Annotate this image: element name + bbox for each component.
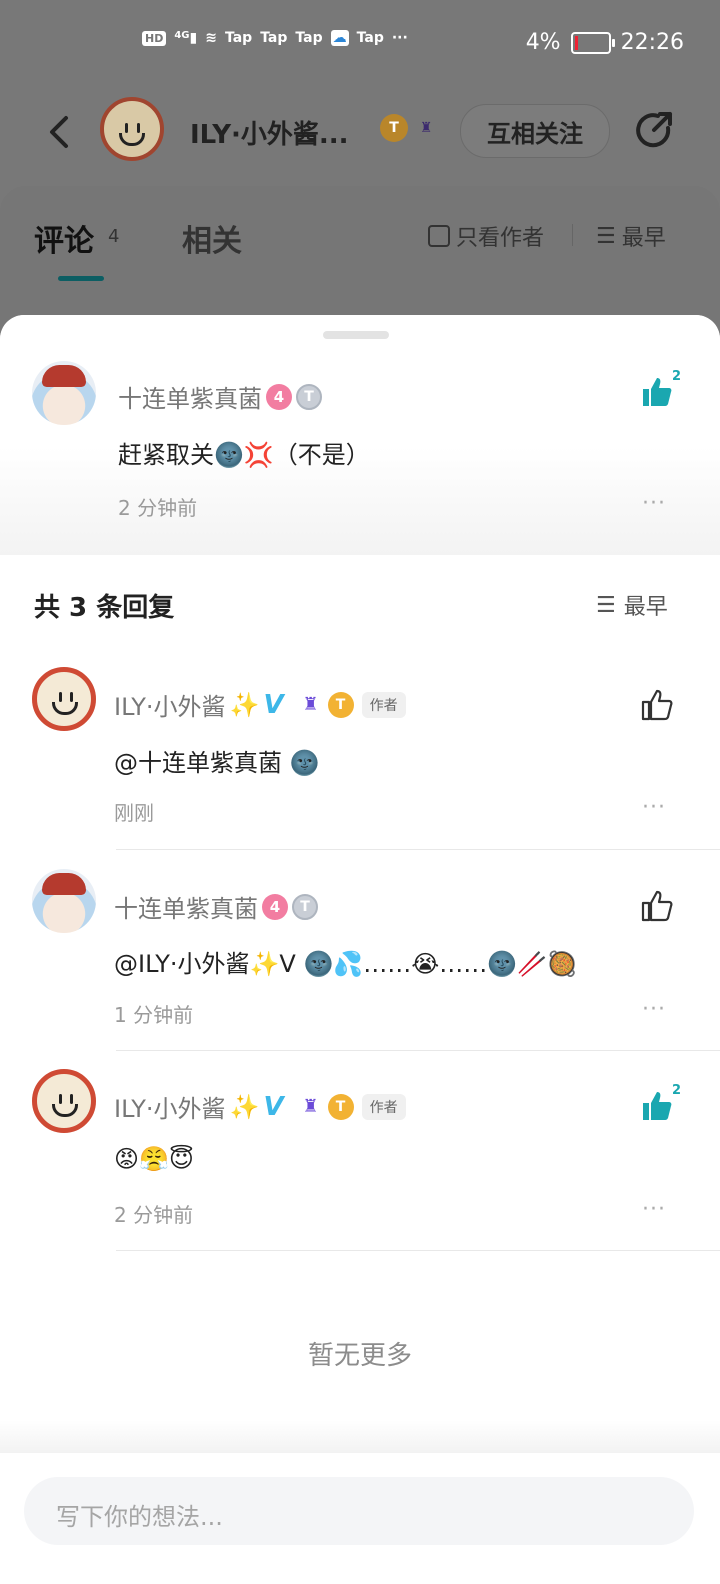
sheet-grabber[interactable]	[323, 331, 389, 339]
signal-icon: 4G▮	[174, 30, 198, 46]
sort-label: 最早	[623, 595, 668, 620]
comment-input[interactable]: 写下你的想法...	[24, 1477, 694, 1545]
avatar[interactable]	[32, 361, 96, 425]
like-count: 2	[672, 1083, 682, 1098]
purple-badge-icon: ♜	[302, 1096, 319, 1117]
username[interactable]: ILY·小外酱	[114, 687, 226, 722]
checkbox-icon[interactable]	[428, 225, 450, 247]
app-notification: Tap	[295, 30, 323, 46]
comment-content: @十连单紫真菌 🌚	[114, 749, 320, 777]
silver-badge-icon: T	[292, 893, 318, 920]
username[interactable]: 十连单紫真菌	[114, 889, 258, 924]
status-bar: HD 4G▮ ≋ Tap Tap Tap ☁ Tap ··· 4% 22:26	[0, 0, 720, 92]
like-icon[interactable]	[640, 688, 674, 722]
input-placeholder: 写下你的想法...	[56, 1503, 223, 1531]
gold-badge-icon: T	[327, 1093, 354, 1120]
more-options-icon[interactable]: ···	[642, 997, 666, 1022]
divider	[572, 224, 573, 246]
tabs-bar: 评论 4 相关 只看作者 ☰ 最早	[0, 186, 720, 320]
active-tab-indicator	[58, 276, 104, 281]
divider	[116, 849, 720, 850]
sparkle-emoji: ✨	[229, 690, 260, 719]
sort-icon: ☰	[596, 592, 616, 618]
comment-time: 2 分钟前	[114, 1203, 194, 1227]
comment-time: 2 分钟前	[118, 496, 198, 520]
divider	[116, 1250, 720, 1251]
purple-badge-icon: ♜	[419, 120, 433, 136]
top-nav: ILY·小外酱... T ♜ 互相关注	[0, 92, 720, 178]
author-avatar[interactable]	[100, 97, 164, 161]
tab-related[interactable]: 相关	[182, 216, 242, 260]
app-notification: Tap	[260, 30, 288, 46]
status-right: 4% 22:26	[526, 30, 684, 55]
comment-time: 1 分钟前	[114, 1003, 194, 1027]
comment-author: ILY·小外酱 ✨ V ♜ T 作者	[114, 687, 406, 722]
level-badge: 4	[266, 383, 292, 410]
comment-time: 刚刚	[114, 801, 154, 825]
clock: 22:26	[620, 30, 684, 55]
more-notifications-icon: ···	[391, 30, 408, 46]
comment-author: 十连单紫真菌 4 T	[118, 379, 322, 414]
author-tag: 作者	[361, 1093, 406, 1120]
sort-button[interactable]: ☰ 最早	[596, 589, 668, 621]
divider	[116, 1050, 720, 1051]
follow-button[interactable]: 互相关注	[460, 104, 610, 158]
purple-badge-icon: ♜	[302, 694, 319, 715]
like-count: 2	[672, 369, 682, 384]
like-icon[interactable]	[640, 889, 674, 923]
author-name[interactable]: ILY·小外酱...	[190, 114, 349, 151]
gold-badge-icon: T	[380, 114, 408, 142]
comment-content: 赶紧取关🌚💢（不是）	[118, 441, 370, 469]
level-badge: 4	[262, 893, 288, 920]
verified-v-icon: V	[263, 689, 284, 720]
app-notification: Tap	[224, 30, 253, 46]
username[interactable]: 十连单紫真菌	[118, 379, 262, 414]
avatar[interactable]	[32, 667, 96, 731]
sparkle-emoji: ✨	[229, 1092, 260, 1121]
like-icon-filled[interactable]	[640, 375, 674, 409]
comment-count: 4	[108, 226, 120, 247]
gold-badge-icon: T	[327, 691, 354, 718]
bottom-shade	[0, 1420, 720, 1454]
comment-input-bar: 写下你的想法...	[0, 1453, 720, 1584]
only-author-toggle[interactable]: 只看作者	[428, 220, 544, 252]
only-author-label: 只看作者	[456, 226, 545, 251]
sort-icon: ☰	[596, 223, 616, 249]
battery-percent: 4%	[525, 30, 561, 55]
comment-author: ILY·小外酱 ✨ V ♜ T 作者	[114, 1089, 406, 1124]
verified-v-icon: V	[263, 1091, 284, 1122]
author-tag: 作者	[361, 691, 406, 718]
more-options-icon[interactable]: ···	[642, 491, 666, 516]
hd-indicator: HD	[142, 30, 167, 46]
more-options-icon[interactable]: ···	[642, 1197, 666, 1222]
status-left: HD 4G▮ ≋ Tap Tap Tap ☁ Tap ···	[142, 30, 408, 46]
no-more-text: 暂无更多	[307, 1341, 412, 1371]
comment-content: 😡😤😇	[114, 1145, 194, 1173]
cloud-icon: ☁	[330, 30, 349, 46]
silver-badge-icon: T	[296, 383, 322, 410]
app-notification: Tap	[356, 30, 384, 46]
sort-button[interactable]: ☰ 最早	[596, 220, 666, 252]
avatar[interactable]	[32, 1069, 96, 1133]
comment-author: 十连单紫真菌 4 T	[114, 889, 318, 924]
share-icon[interactable]	[632, 108, 676, 152]
comment-content: @ILY·小外酱✨V 🌚💦……😭……🌚🥢🥘	[114, 950, 577, 978]
replies-sheet: 十连单紫真菌 4 T 赶紧取关🌚💢（不是） 2 分钟前 ··· 2 共 3 条回…	[0, 315, 720, 1584]
wifi-icon: ≋	[205, 30, 217, 46]
avatar[interactable]	[32, 869, 96, 933]
replies-count-title: 共 3 条回复	[34, 593, 175, 623]
sort-label: 最早	[621, 226, 666, 251]
battery-icon	[570, 31, 615, 54]
username[interactable]: ILY·小外酱	[114, 1089, 226, 1124]
back-arrow-icon[interactable]	[40, 112, 80, 152]
author-badges: T ♜	[380, 114, 440, 142]
tab-comments[interactable]: 评论	[34, 216, 94, 260]
more-options-icon[interactable]: ···	[642, 795, 666, 820]
like-icon-filled[interactable]	[640, 1089, 674, 1123]
